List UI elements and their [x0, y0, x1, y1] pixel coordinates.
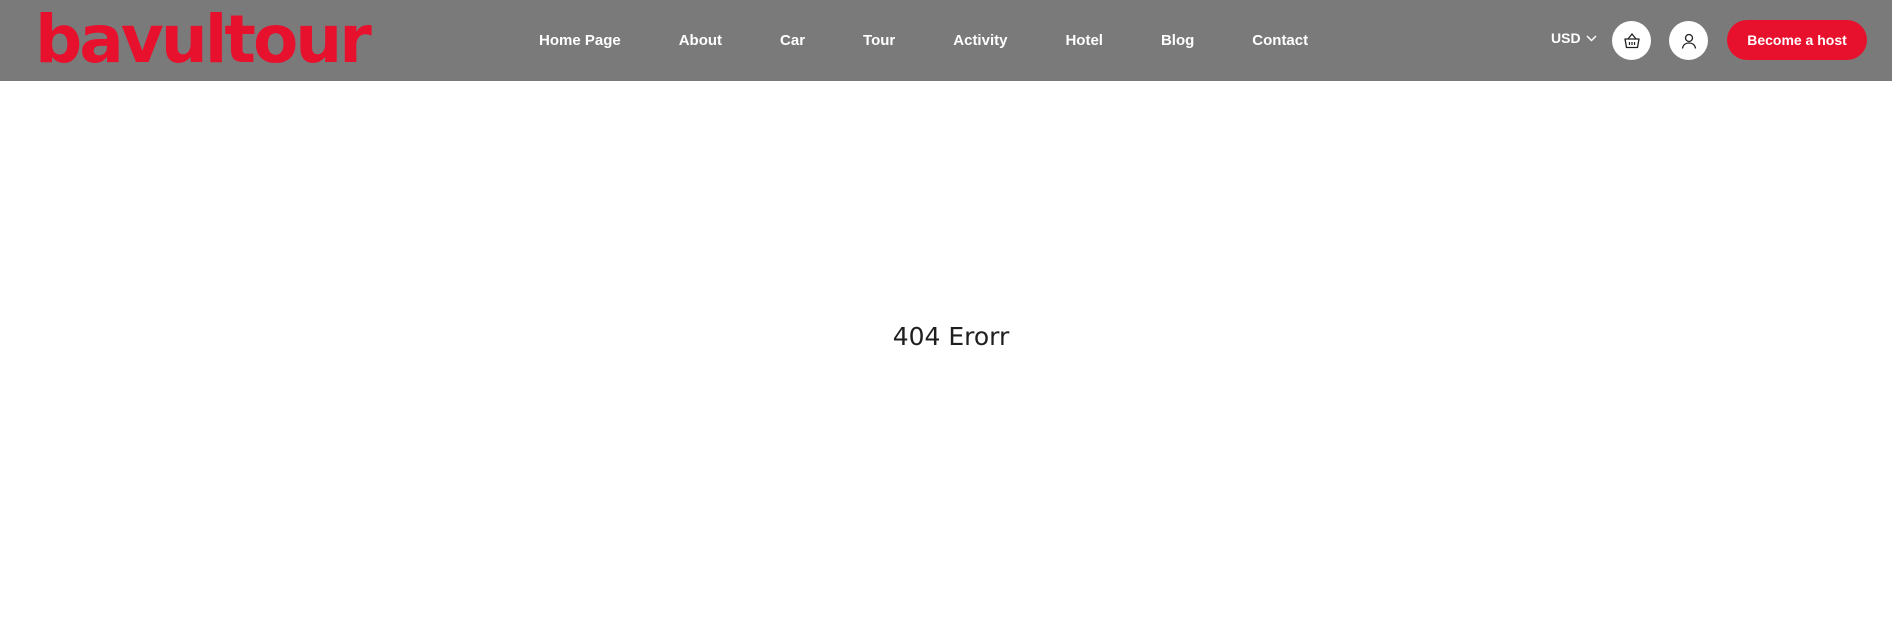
- become-a-host-button[interactable]: Become a host: [1727, 20, 1867, 60]
- user-icon: [1681, 33, 1696, 49]
- nav-item-about[interactable]: About: [679, 32, 722, 49]
- nav-item-activity[interactable]: Activity: [953, 32, 1007, 49]
- nav-item-blog[interactable]: Blog: [1161, 32, 1194, 49]
- nav-item-hotel[interactable]: Hotel: [1065, 32, 1103, 49]
- user-account-button[interactable]: [1669, 21, 1708, 60]
- cart-button[interactable]: [1612, 21, 1651, 60]
- basket-icon: [1623, 32, 1640, 48]
- nav-item-car[interactable]: Car: [780, 32, 805, 49]
- chevron-down-icon: [1586, 34, 1597, 42]
- site-header: bavultour Home Page About Car Tour Activ…: [0, 0, 1892, 81]
- brand-logo[interactable]: bavultour: [35, 4, 372, 76]
- nav-item-contact[interactable]: Contact: [1252, 32, 1308, 49]
- currency-label: USD: [1551, 30, 1581, 46]
- nav-item-tour[interactable]: Tour: [863, 32, 895, 49]
- currency-selector[interactable]: USD: [1551, 30, 1597, 46]
- main-navigation: Home Page About Car Tour Activity Hotel …: [539, 0, 1308, 81]
- nav-item-home-page[interactable]: Home Page: [539, 32, 621, 49]
- error-message: 404 Erorr: [892, 322, 1010, 351]
